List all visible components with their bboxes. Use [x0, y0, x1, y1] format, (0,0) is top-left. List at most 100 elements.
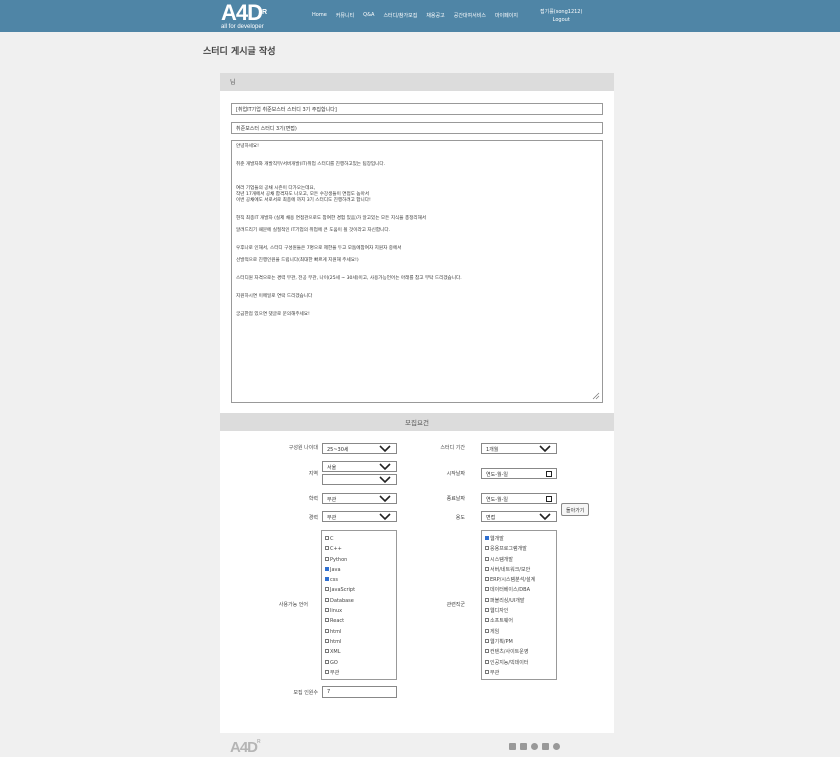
checkbox[interactable]	[485, 669, 489, 674]
region-select[interactable]: 서울	[322, 461, 397, 472]
language-option[interactable]: Database	[325, 596, 393, 606]
language-option[interactable]: css	[325, 575, 393, 585]
resize-handle-icon[interactable]	[592, 392, 600, 400]
language-option[interactable]: React	[325, 616, 393, 626]
language-option[interactable]: 무관	[325, 668, 393, 678]
job-option[interactable]: 웹개발	[485, 534, 553, 544]
job-option[interactable]: 서버/네트워크/보안	[485, 565, 553, 575]
checkbox[interactable]	[485, 597, 489, 602]
job-option[interactable]: 퍼블리싱/UI개발	[485, 596, 553, 606]
education-select[interactable]: 무관	[322, 493, 397, 504]
job-option[interactable]: 데이터베이스/DBA	[485, 585, 553, 595]
instagram-icon[interactable]	[509, 743, 516, 750]
checkbox-checked[interactable]	[325, 566, 329, 571]
language-option[interactable]: C++	[325, 544, 393, 554]
checkbox-checked[interactable]	[485, 536, 489, 540]
checkbox[interactable]	[325, 638, 329, 643]
checkbox[interactable]	[485, 618, 489, 623]
career-select[interactable]: 무관	[322, 511, 397, 522]
nav-mypage[interactable]: 마이페이지	[495, 12, 518, 19]
job-option[interactable]: 시스템개발	[485, 555, 553, 565]
blog-icon[interactable]	[542, 743, 549, 750]
facebook-icon[interactable]	[531, 743, 538, 750]
recruit-count-input[interactable]: 7	[322, 686, 397, 698]
checkbox[interactable]	[485, 577, 489, 582]
site-logo[interactable]: A4DR all for developer	[221, 2, 267, 31]
nav-study[interactable]: 스터디/참가모집	[383, 12, 417, 19]
nav-space-rental[interactable]: 공간대여서비스	[454, 12, 486, 19]
end-date-input[interactable]: 연도-월-일	[481, 493, 557, 504]
language-option[interactable]: html	[325, 627, 393, 637]
nav-home[interactable]: Home	[312, 12, 327, 19]
job-option[interactable]: 컨텐츠/사이트운영	[485, 647, 553, 657]
language-option-label: C	[330, 536, 334, 542]
checkbox[interactable]	[325, 536, 329, 540]
checkbox[interactable]	[485, 608, 489, 613]
language-option[interactable]: JavaScript	[325, 585, 393, 595]
checkbox[interactable]	[325, 597, 329, 602]
job-option[interactable]: 웹디자인	[485, 606, 553, 616]
job-option[interactable]: ERP/시스템분석/설계	[485, 575, 553, 585]
language-option[interactable]: XML	[325, 647, 393, 657]
checkbox[interactable]	[485, 587, 489, 592]
language-option-label: XML	[330, 649, 341, 656]
checkbox[interactable]	[325, 628, 329, 633]
checkbox[interactable]	[325, 669, 329, 674]
start-date-input[interactable]: 연도-월-일	[481, 468, 557, 479]
end-date-label: 종료날짜	[446, 496, 465, 502]
checkbox[interactable]	[325, 618, 329, 623]
job-option[interactable]: 게임	[485, 627, 553, 637]
job-option-label: 서버/네트워크/보안	[490, 566, 531, 573]
language-option[interactable]: C	[325, 534, 393, 544]
language-option-label: Java	[330, 566, 341, 573]
user-menu: 접기를(song1212) Logout	[540, 8, 582, 24]
language-option-label: css	[330, 577, 338, 584]
checkbox[interactable]	[485, 546, 489, 551]
kakao-icon[interactable]	[553, 743, 560, 750]
checkbox[interactable]	[325, 556, 329, 561]
chevron-down-icon	[539, 445, 551, 453]
checkbox[interactable]	[485, 556, 489, 561]
language-option[interactable]: GO	[325, 658, 393, 668]
calendar-icon[interactable]	[546, 496, 552, 502]
title-input[interactable]: [취업IT기업 취준보스터 스터디 3기 주집합니다]	[231, 103, 603, 115]
language-option[interactable]: Java	[325, 565, 393, 575]
checkbox[interactable]	[325, 659, 329, 664]
age-select[interactable]: 25~30세	[322, 443, 397, 454]
checkbox[interactable]	[325, 546, 329, 551]
job-option[interactable]: 소프트웨어	[485, 616, 553, 626]
checkbox[interactable]	[485, 566, 489, 571]
region-detail-select[interactable]	[322, 474, 397, 485]
logo-tagline: all for developer	[221, 24, 264, 30]
checkbox[interactable]	[485, 649, 489, 654]
checkbox-checked[interactable]	[325, 577, 329, 582]
subtitle-input[interactable]: 취준보스터 스터디 3기(면접)	[231, 122, 603, 134]
logout-link[interactable]: Logout	[540, 16, 582, 24]
age-label: 구성원 나이대	[288, 445, 318, 451]
job-option[interactable]: 인공지능/빅데이터	[485, 658, 553, 668]
language-option[interactable]: html	[325, 637, 393, 647]
language-option[interactable]: Python	[325, 555, 393, 565]
job-option[interactable]: 웹기획/PM	[485, 637, 553, 647]
post-body-textarea[interactable]: 안녕하세요! 취준 개발자와 개발직무/서버개발(IT)취업 스터디를 진행하고…	[231, 140, 603, 403]
nav-jobs[interactable]: 채용공고	[426, 12, 444, 19]
youtube-icon[interactable]	[520, 743, 527, 750]
nav-qna[interactable]: Q&A	[363, 12, 374, 19]
job-option[interactable]: 응용프로그램개발	[485, 544, 553, 554]
checkbox[interactable]	[485, 628, 489, 633]
nav-community[interactable]: 커뮤니티	[336, 12, 354, 19]
checkbox[interactable]	[325, 587, 329, 592]
calendar-icon[interactable]	[546, 471, 552, 477]
checkbox[interactable]	[325, 608, 329, 613]
checkbox[interactable]	[485, 638, 489, 643]
language-option[interactable]: linux	[325, 606, 393, 616]
footer-logo[interactable]: A4DR	[230, 739, 261, 756]
job-option-label: 데이터베이스/DBA	[490, 587, 530, 594]
purpose-select[interactable]: 면접	[481, 511, 557, 522]
checkbox[interactable]	[485, 659, 489, 664]
job-option[interactable]: 무관	[485, 668, 553, 678]
back-button[interactable]: 돌아가기	[561, 503, 590, 516]
period-select[interactable]: 1개월	[481, 443, 557, 454]
checkbox[interactable]	[325, 649, 329, 654]
user-name: 접기를(song1212)	[540, 9, 583, 15]
